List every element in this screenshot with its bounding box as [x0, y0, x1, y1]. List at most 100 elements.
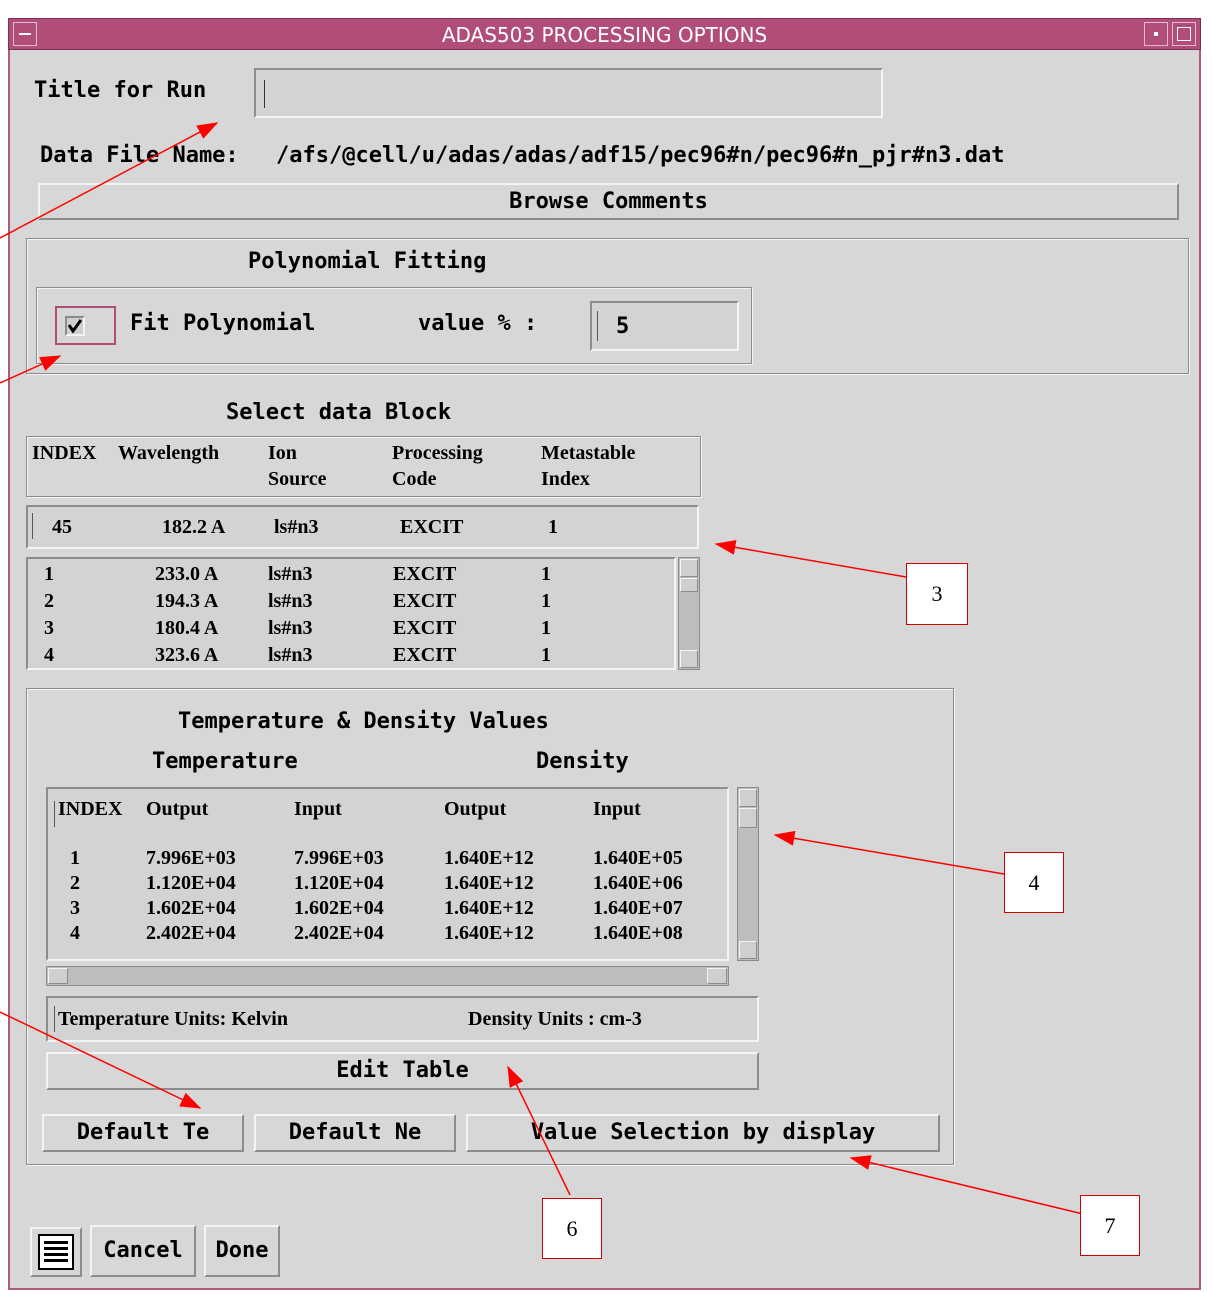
minimize-icon[interactable] — [1144, 22, 1168, 46]
data-block-selected[interactable] — [26, 505, 699, 549]
scroll-left-icon[interactable] — [48, 968, 68, 984]
td-row-cell[interactable]: 7.996E+03 — [294, 847, 384, 870]
td-row-cell[interactable]: 1 — [70, 847, 80, 870]
data-block-row-cell[interactable]: 1 — [541, 644, 551, 667]
value-selection-button[interactable]: Value Selection by display — [466, 1114, 940, 1152]
data-block-row-cell[interactable]: 4 — [44, 644, 54, 667]
data-block-row-cell[interactable]: 1 — [541, 563, 551, 586]
td-row-cell[interactable]: 1.640E+06 — [593, 872, 683, 895]
data-block-selected-cell: 1 — [548, 516, 558, 538]
edit-table-button[interactable]: Edit Table — [46, 1052, 759, 1090]
td-vertical-scrollbar[interactable] — [737, 787, 759, 961]
data-block-list[interactable] — [26, 557, 676, 670]
td-header-cell: Output — [146, 798, 209, 820]
td-row-cell[interactable]: 2 — [70, 872, 80, 895]
td-row-cell[interactable]: 1.640E+05 — [593, 847, 683, 870]
checkmark-icon — [67, 319, 83, 334]
data-block-row-cell[interactable]: EXCIT — [393, 563, 456, 586]
data-block-row-cell[interactable]: EXCIT — [393, 617, 456, 640]
scroll-up-icon[interactable] — [739, 789, 757, 807]
browse-comments-button[interactable]: Browse Comments — [38, 183, 1179, 220]
value-percent-label: value % : — [418, 311, 538, 336]
fit-polynomial-label: Fit Polynomial — [130, 311, 316, 336]
fit-value-input[interactable]: 5 — [590, 301, 739, 351]
td-horizontal-scrollbar[interactable] — [46, 966, 729, 986]
text-cursor-icon — [54, 801, 55, 827]
text-cursor-icon — [32, 513, 33, 539]
callout-6: 6 — [542, 1198, 602, 1259]
td-row-cell[interactable]: 1.602E+04 — [294, 897, 384, 920]
scroll-up-icon[interactable] — [680, 559, 698, 577]
window-title: ADAS503 PROCESSING OPTIONS — [441, 23, 768, 47]
td-row-cell[interactable]: 1.640E+12 — [444, 897, 534, 920]
data-block-selected-cell: 45 — [52, 516, 72, 538]
temperature-label: Temperature — [152, 749, 298, 774]
cancel-button[interactable]: Cancel — [90, 1225, 196, 1277]
data-block-header-cell: Processing — [392, 442, 483, 464]
scroll-thumb[interactable] — [739, 808, 757, 828]
done-button[interactable]: Done — [204, 1225, 280, 1277]
data-block-row-cell[interactable]: EXCIT — [393, 644, 456, 667]
default-te-button[interactable]: Default Te — [42, 1114, 244, 1152]
text-cursor-icon — [597, 311, 598, 341]
text-cursor-icon — [264, 80, 265, 108]
td-row-cell[interactable]: 1.602E+04 — [146, 897, 236, 920]
td-row-cell[interactable]: 1.640E+12 — [444, 922, 534, 945]
data-block-row-cell[interactable]: 194.3 A — [155, 590, 218, 613]
td-row-cell[interactable]: 1.640E+12 — [444, 872, 534, 895]
td-row-cell[interactable]: 1.640E+12 — [444, 847, 534, 870]
data-block-header-cell: Metastable — [541, 442, 636, 464]
callout-3: 3 — [906, 563, 968, 625]
td-row-cell[interactable]: 1.120E+04 — [294, 872, 384, 895]
scroll-down-icon[interactable] — [680, 650, 698, 668]
text-cursor-icon — [54, 1006, 55, 1032]
td-row-cell[interactable]: 4 — [70, 922, 80, 945]
scroll-thumb[interactable] — [680, 578, 698, 592]
density-units: Density Units : cm-3 — [468, 1008, 642, 1030]
data-block-header-cell: Source — [268, 468, 327, 490]
data-block-row-cell[interactable]: 3 — [44, 617, 54, 640]
list-icon[interactable] — [30, 1227, 82, 1277]
callout-4: 4 — [1004, 852, 1064, 913]
data-block-row-cell[interactable]: ls#n3 — [268, 617, 312, 640]
data-block-row-cell[interactable]: 180.4 A — [155, 617, 218, 640]
data-file-label: Data File Name: — [40, 143, 239, 168]
td-row-cell[interactable]: 1.120E+04 — [146, 872, 236, 895]
temperature-units: Temperature Units: Kelvin — [58, 1008, 288, 1030]
maximize-icon[interactable] — [1172, 22, 1196, 46]
td-row-cell[interactable]: 2.402E+04 — [146, 922, 236, 945]
td-row-cell[interactable]: 3 — [70, 897, 80, 920]
data-block-header-cell: INDEX — [32, 442, 97, 464]
data-block-row-cell[interactable]: 1 — [44, 563, 54, 586]
data-block-header-cell: Ion — [268, 442, 297, 464]
td-row-cell[interactable]: 1.640E+08 — [593, 922, 683, 945]
data-block-row-cell[interactable]: EXCIT — [393, 590, 456, 613]
data-block-row-cell[interactable]: 233.0 A — [155, 563, 218, 586]
td-row-cell[interactable]: 2.402E+04 — [294, 922, 384, 945]
td-header-cell: Output — [444, 798, 507, 820]
data-block-row-cell[interactable]: ls#n3 — [268, 590, 312, 613]
data-block-scrollbar[interactable] — [678, 557, 700, 670]
data-block-row-cell[interactable]: ls#n3 — [268, 563, 312, 586]
scroll-right-icon[interactable] — [707, 968, 727, 984]
data-block-row-cell[interactable]: ls#n3 — [268, 644, 312, 667]
data-block-header-cell: Code — [392, 468, 437, 490]
data-block-row-cell[interactable]: 1 — [541, 617, 551, 640]
data-file-path: /afs/@cell/u/adas/adas/adf15/pec96#n/pec… — [276, 143, 1005, 168]
data-block-row-cell[interactable]: 323.6 A — [155, 644, 218, 667]
td-header-cell: Input — [294, 798, 342, 820]
scroll-down-icon[interactable] — [739, 941, 757, 959]
data-block-heading: Select data Block — [226, 400, 452, 425]
title-bar[interactable]: ADAS503 PROCESSING OPTIONS — [8, 18, 1201, 50]
density-label: Density — [536, 749, 629, 774]
td-row-cell[interactable]: 1.640E+07 — [593, 897, 683, 920]
td-row-cell[interactable]: 7.996E+03 — [146, 847, 236, 870]
data-block-row-cell[interactable]: 2 — [44, 590, 54, 613]
fit-polynomial-checkbox[interactable] — [55, 306, 116, 345]
data-block-row-cell[interactable]: 1 — [541, 590, 551, 613]
run-title-input[interactable] — [254, 68, 883, 118]
data-block-selected-cell: ls#n3 — [274, 516, 319, 538]
default-ne-button[interactable]: Default Ne — [254, 1114, 456, 1152]
callout-7: 7 — [1080, 1195, 1140, 1256]
td-header-cell: Input — [593, 798, 641, 820]
